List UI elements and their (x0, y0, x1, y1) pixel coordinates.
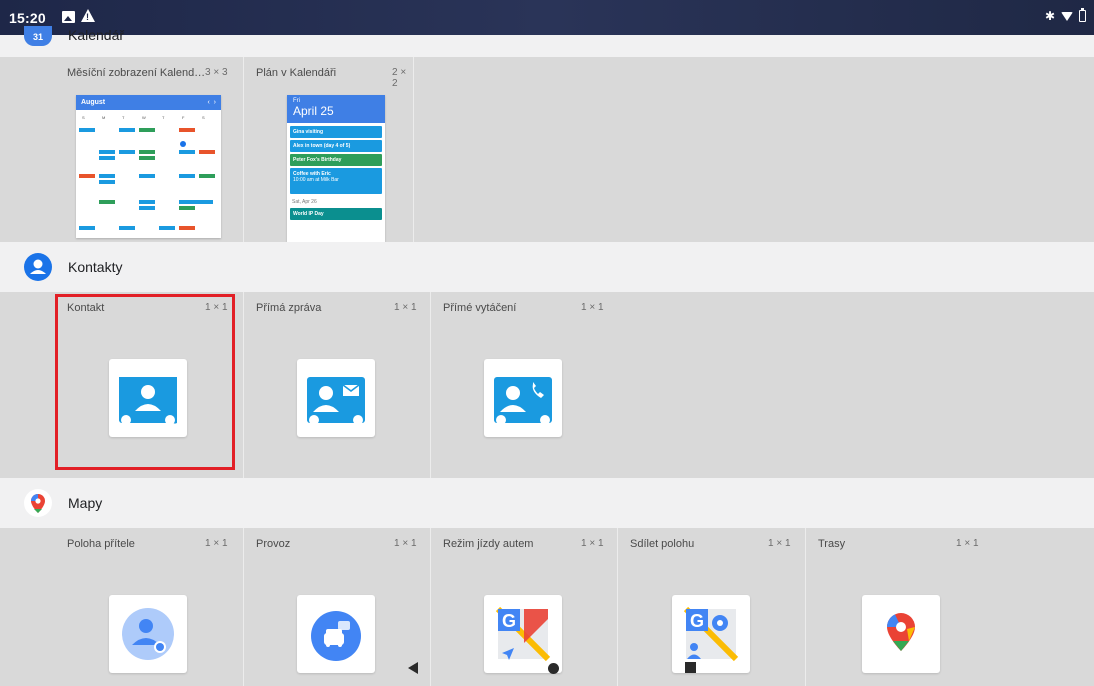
widget-size: 1 × 1 (205, 302, 228, 313)
widget-size: 1 × 1 (394, 302, 417, 313)
widget-name: Kontakt (67, 302, 105, 314)
agenda-event-time: 10:00 am at Milk Bar (293, 177, 339, 183)
contacts-app-header: Kontakty (0, 242, 1094, 292)
svg-text:M: M (102, 115, 105, 120)
contacts-app-icon (24, 253, 52, 281)
widget-size: 1 × 1 (768, 538, 791, 549)
maps-app-label: Mapy (68, 495, 103, 511)
maps-app-icon (24, 489, 52, 517)
widget-name: Plán v Kalendáři (256, 67, 337, 79)
status-bar: 15:20 ✱ (0, 0, 1094, 35)
calendar-widget-row: Měsíční zobrazení Kalend… 3 × 3 August ‹… (0, 57, 1094, 242)
widget-contact[interactable]: Kontakt 1 × 1 (55, 292, 244, 478)
month-grid-preview: SMTWTFS (79, 115, 215, 230)
back-button[interactable] (408, 662, 418, 674)
direct-message-tile (297, 359, 375, 437)
home-button[interactable] (548, 663, 559, 674)
direct-dial-tile (484, 359, 562, 437)
maps-app-header: Mapy (0, 478, 1094, 528)
status-time: 15:20 (9, 10, 46, 26)
recent-apps-button[interactable] (685, 662, 696, 673)
svg-text:W: W (142, 115, 146, 120)
preview-nav-arrows-icon: ‹ › (207, 99, 216, 106)
contact-card-icon (119, 377, 177, 425)
widget-direct-message[interactable]: Přímá zpráva 1 × 1 (244, 292, 431, 478)
contact-widget-tile (109, 359, 187, 437)
agenda-next-day: Sat, Apr 26 (292, 199, 317, 205)
widget-size: 1 × 1 (581, 302, 604, 313)
agenda-event: Gina visiting (290, 126, 382, 138)
svg-text:T: T (162, 115, 165, 120)
widget-size: 1 × 1 (956, 538, 979, 549)
widget-size: 2 × 2 (392, 67, 407, 89)
navigation-bar (0, 650, 1094, 686)
svg-text:S: S (82, 115, 85, 120)
agenda-event: Alex in town (day 4 of 5) (290, 140, 382, 152)
month-calendar-preview: August ‹ › S M T W T F S (76, 95, 221, 238)
agenda-event: Peter Fox's Birthday (290, 154, 382, 166)
widget-name: Přímá zpráva (256, 302, 322, 314)
widget-name: Přímé vytáčení (443, 302, 517, 314)
calendar-app-header: 31 Kalendář (0, 26, 1094, 57)
calendar-app-icon: 31 (24, 26, 52, 46)
widget-month-calendar[interactable]: Měsíční zobrazení Kalend… 3 × 3 August ‹… (55, 57, 244, 242)
calendar-app-label: Kalendář (68, 27, 125, 43)
widget-name: Trasy (818, 538, 846, 550)
widget-direct-dial[interactable]: Přímé vytáčení 1 × 1 (431, 292, 618, 478)
agenda-event-block: Coffee with Eric 10:00 am at Milk Bar (290, 168, 382, 194)
contacts-app-label: Kontakty (68, 259, 123, 275)
wifi-icon (1061, 11, 1073, 21)
svg-text:G: G (690, 611, 704, 631)
svg-text:F: F (182, 115, 185, 120)
widget-size: 1 × 1 (581, 538, 604, 549)
widget-name: Měsíční zobrazení Kalend… (67, 67, 206, 79)
preview-month-label: August (81, 99, 106, 106)
widget-size: 1 × 1 (205, 538, 228, 549)
contacts-widget-row: Kontakt 1 × 1 Přímá zpráva 1 × 1 Přímé v… (0, 292, 1094, 478)
widget-name: Sdílet polohu (630, 538, 695, 550)
widget-name: Poloha přítele (67, 538, 135, 550)
svg-text:G: G (502, 611, 516, 631)
widget-size: 3 × 3 (205, 67, 228, 78)
image-notification-icon (62, 11, 75, 23)
direct-message-icon (307, 377, 365, 425)
agenda-date: April 25 (293, 104, 334, 118)
agenda-preview: Fri April 25 Gina visiting Alex in town … (287, 95, 385, 242)
bluetooth-icon: ✱ (1044, 9, 1055, 23)
widget-calendar-agenda[interactable]: Plán v Kalendáři 2 × 2 Fri April 25 Gina… (244, 57, 414, 242)
warning-notification-icon (81, 9, 95, 22)
agenda-event: World IP Day (290, 208, 382, 220)
widget-size: 1 × 1 (394, 538, 417, 549)
direct-dial-icon (494, 377, 552, 425)
svg-text:T: T (122, 115, 125, 120)
widget-name: Provoz (256, 538, 291, 550)
svg-text:S: S (202, 115, 205, 120)
battery-icon (1079, 8, 1086, 22)
widget-name: Režim jízdy autem (443, 538, 534, 550)
